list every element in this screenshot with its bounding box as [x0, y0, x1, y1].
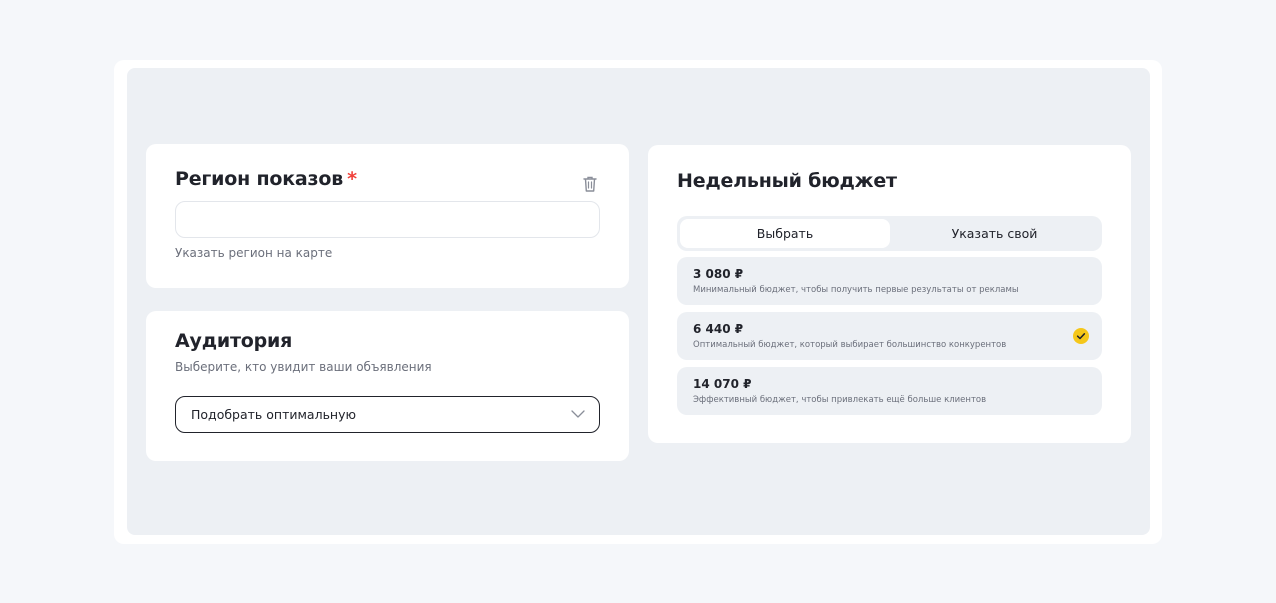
- chevron-down-icon: [571, 410, 585, 418]
- region-card: Регион показов * Указать регион на карте: [146, 144, 629, 288]
- tab-custom[interactable]: Указать свой: [890, 219, 1099, 248]
- option-price: 3 080 ₽: [693, 267, 744, 281]
- budget-mode-switch: Выбрать Указать свой: [677, 216, 1102, 251]
- region-input[interactable]: [175, 201, 600, 238]
- audience-title: Аудитория: [175, 330, 293, 352]
- audience-card: Аудитория Выберите, кто увидит ваши объя…: [146, 311, 629, 461]
- audience-subtitle: Выберите, кто увидит ваши объявления: [175, 360, 432, 374]
- option-price: 6 440 ₽: [693, 322, 744, 336]
- map-link[interactable]: Указать регион на карте: [175, 246, 332, 260]
- outer-card: Регион показов * Указать регион на карте …: [114, 60, 1162, 544]
- budget-option-optimal[interactable]: 6 440 ₽ Оптимальный бюджет, который выби…: [677, 312, 1102, 360]
- audience-select-value: Подобрать оптимальную: [191, 407, 357, 422]
- budget-option-min[interactable]: 3 080 ₽ Минимальный бюджет, чтобы получи…: [677, 257, 1102, 305]
- budget-title: Недельный бюджет: [677, 170, 897, 192]
- check-icon: [1073, 328, 1089, 344]
- tab-choose[interactable]: Выбрать: [680, 219, 890, 248]
- region-title: Регион показов *: [175, 168, 357, 190]
- budget-option-effective[interactable]: 14 070 ₽ Эффективный бюджет, чтобы привл…: [677, 367, 1102, 415]
- settings-panel: Регион показов * Указать регион на карте …: [127, 68, 1150, 535]
- trash-icon[interactable]: [582, 175, 598, 193]
- region-title-text: Регион показов: [175, 168, 344, 190]
- required-mark: *: [347, 168, 357, 190]
- budget-card: Недельный бюджет Выбрать Указать свой 3 …: [648, 145, 1131, 443]
- option-price: 14 070 ₽: [693, 377, 752, 391]
- option-description: Эффективный бюджет, чтобы привлекать ещё…: [693, 395, 987, 405]
- option-description: Минимальный бюджет, чтобы получить первы…: [693, 285, 1019, 295]
- audience-select[interactable]: Подобрать оптимальную: [175, 396, 600, 433]
- option-description: Оптимальный бюджет, который выбирает бол…: [693, 340, 1007, 350]
